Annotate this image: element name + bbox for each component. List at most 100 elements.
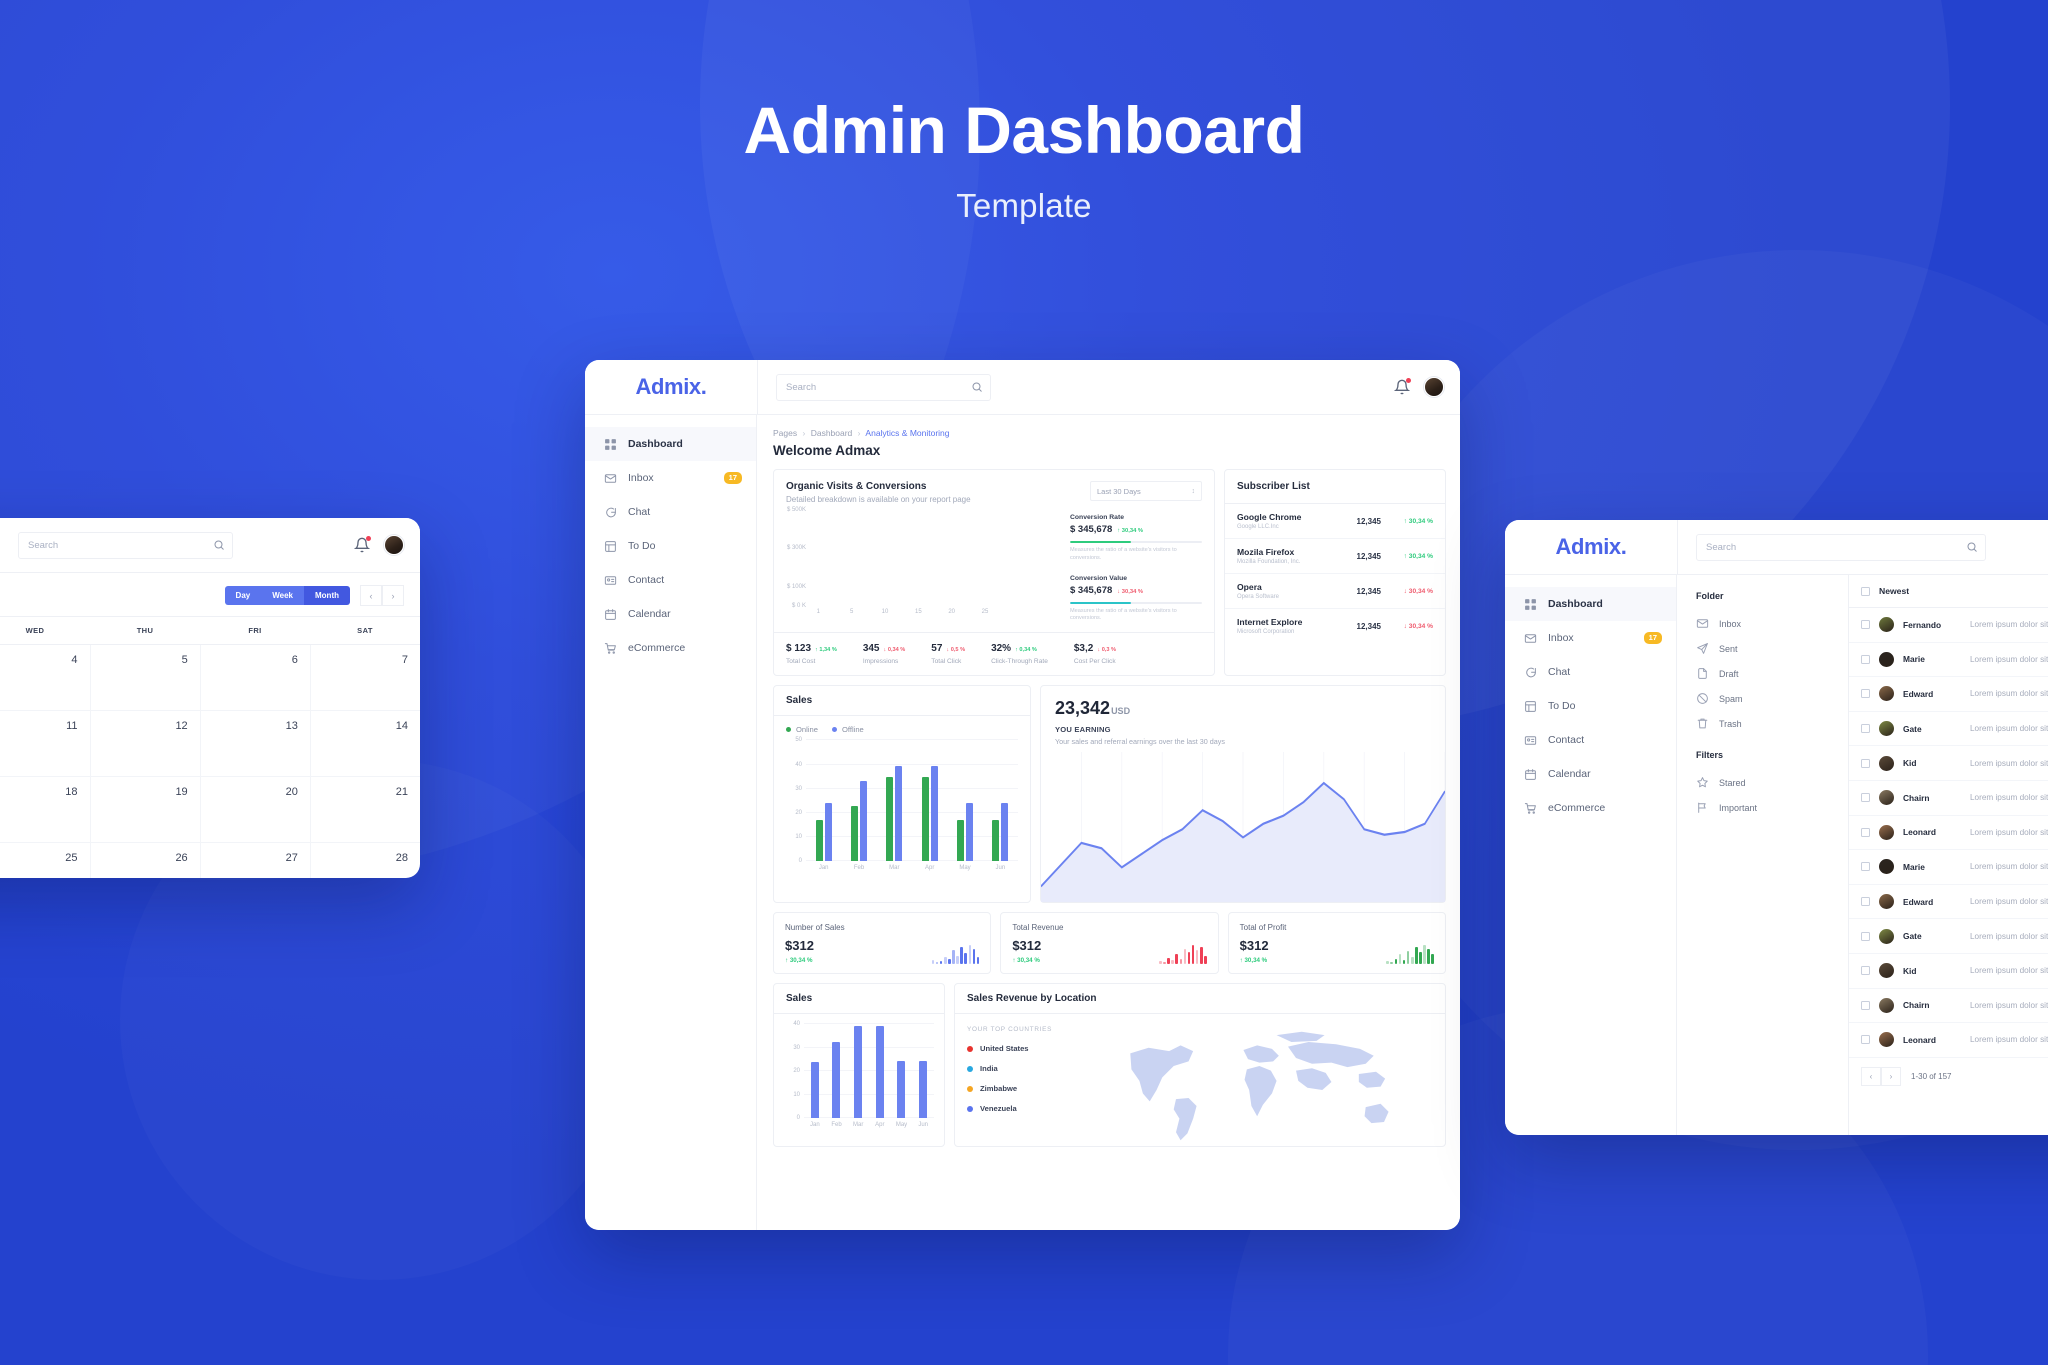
row-checkbox[interactable]: [1861, 931, 1870, 941]
calendar-day-cell[interactable]: 25: [0, 843, 91, 878]
mail-filter-stared[interactable]: Stared: [1696, 770, 1848, 795]
sidebar-item-chat[interactable]: Chat: [1505, 655, 1676, 689]
row-checkbox[interactable]: [1861, 897, 1870, 907]
mail-row[interactable]: Chairn Lorem ipsum dolor sit: [1849, 781, 2048, 816]
row-checkbox[interactable]: [1861, 1000, 1870, 1010]
dashboard-search-wrap[interactable]: [776, 373, 991, 401]
row-checkbox[interactable]: [1861, 654, 1870, 664]
mail-folder-spam[interactable]: Spam: [1696, 686, 1848, 711]
mail-folder-sent[interactable]: Sent: [1696, 636, 1848, 661]
mail-row[interactable]: Gate Lorem ipsum dolor sit: [1849, 712, 2048, 747]
calendar-day-cell[interactable]: 6: [201, 645, 311, 710]
row-checkbox[interactable]: [1861, 862, 1870, 872]
subscriber-row[interactable]: Internet Explore Microsoft Corporation 12,…: [1225, 609, 1445, 643]
mail-row[interactable]: Fernando Lorem ipsum dolor sit: [1849, 608, 2048, 643]
calendar-day-cell[interactable]: 7: [311, 645, 420, 710]
subscriber-row[interactable]: Google Chrome Google LLC.Inc 12,345 ↑ 30,34…: [1225, 504, 1445, 539]
date-range-select[interactable]: Last 30 Days ↕: [1090, 481, 1202, 501]
mail-row[interactable]: Chairn Lorem ipsum dolor sit: [1849, 989, 2048, 1024]
sidebar-item-dashboard[interactable]: Dashboard: [585, 427, 756, 461]
mail-row[interactable]: Leonard Lorem ipsum dolor sit: [1849, 816, 2048, 851]
row-checkbox[interactable]: [1861, 1035, 1870, 1045]
folder-heading: Folder: [1696, 591, 1724, 601]
mail-row[interactable]: Kid Lorem ipsum dolor sit: [1849, 954, 2048, 989]
breadcrumb-current[interactable]: Analytics & Monitoring: [865, 428, 949, 438]
calendar-view-switch[interactable]: Day Week Month: [224, 586, 350, 605]
calendar-view-month[interactable]: Month: [304, 586, 350, 605]
calendar-day-cell[interactable]: 18: [0, 777, 91, 842]
calendar-view-day[interactable]: Day: [224, 586, 262, 605]
calendar-day-cell[interactable]: 14: [311, 711, 420, 776]
calendar-day-cell[interactable]: 28: [311, 843, 420, 878]
legend-online[interactable]: Online: [786, 725, 818, 734]
calendar-view-week[interactable]: Week: [261, 586, 304, 605]
mail-row[interactable]: Kid Lorem ipsum dolor sit: [1849, 746, 2048, 781]
sort-newest-label[interactable]: Newest: [1879, 586, 1909, 596]
subscriber-row[interactable]: Opera Opera Software 12,345 ↓ 30,34 %: [1225, 574, 1445, 609]
sidebar-item-dashboard[interactable]: Dashboard: [1505, 587, 1676, 621]
sidebar-item-contact[interactable]: Contact: [585, 563, 756, 597]
brand-logo[interactable]: Admix.: [1505, 534, 1677, 560]
pagination-prev-button[interactable]: ‹: [1861, 1066, 1881, 1086]
brand-logo[interactable]: Admix.: [585, 374, 757, 400]
country-item[interactable]: Zimbabwe: [967, 1084, 1079, 1093]
avatar[interactable]: [1424, 377, 1444, 397]
sidebar-item-inbox[interactable]: Inbox 17: [585, 461, 756, 495]
sidebar-item-calendar[interactable]: Calendar: [585, 597, 756, 631]
sidebar-item-calendar[interactable]: Calendar: [1505, 757, 1676, 791]
sidebar-item-ecommerce[interactable]: eCommerce: [585, 631, 756, 665]
country-item[interactable]: Venezuela: [967, 1104, 1079, 1113]
breadcrumb-dashboard[interactable]: Dashboard: [811, 428, 853, 438]
mail-row[interactable]: Edward Lorem ipsum dolor sit: [1849, 677, 2048, 712]
search-input[interactable]: [18, 531, 233, 559]
row-checkbox[interactable]: [1861, 758, 1870, 768]
mail-row[interactable]: Edward Lorem ipsum dolor sit: [1849, 885, 2048, 920]
country-item[interactable]: India: [967, 1064, 1079, 1073]
breadcrumb-pages[interactable]: Pages: [773, 428, 797, 438]
mail-row[interactable]: Leonard Lorem ipsum dolor sit: [1849, 1023, 2048, 1058]
inbox-search-wrap[interactable]: [1696, 533, 1986, 561]
mail-folder-draft[interactable]: Draft: [1696, 661, 1848, 686]
calendar-day-cell[interactable]: 5: [91, 645, 201, 710]
calendar-day-cell[interactable]: 27: [201, 843, 311, 878]
sidebar-item-to-do[interactable]: To Do: [1505, 689, 1676, 723]
mail-folder-trash[interactable]: Trash: [1696, 711, 1848, 736]
legend-offline[interactable]: Offline: [831, 725, 864, 734]
calendar-day-cell[interactable]: 20: [201, 777, 311, 842]
sidebar-item-chat[interactable]: Chat: [585, 495, 756, 529]
sidebar-item-contact[interactable]: Contact: [1505, 723, 1676, 757]
subscriber-row[interactable]: Mozila Firefox Mozilla Foundation, Inc. 12…: [1225, 539, 1445, 574]
sidebar-item-inbox[interactable]: Inbox 17: [1505, 621, 1676, 655]
row-checkbox[interactable]: [1861, 793, 1870, 803]
select-all-checkbox[interactable]: [1861, 586, 1870, 596]
sidebar-item-to-do[interactable]: To Do: [585, 529, 756, 563]
row-checkbox[interactable]: [1861, 724, 1870, 734]
avatar[interactable]: [384, 535, 404, 555]
calendar-day-cell[interactable]: 13: [201, 711, 311, 776]
mail-folder-inbox[interactable]: Inbox: [1696, 611, 1848, 636]
row-checkbox[interactable]: [1861, 689, 1870, 699]
mail-row[interactable]: Marie Lorem ipsum dolor sit: [1849, 643, 2048, 678]
calendar-day-cell[interactable]: 19: [91, 777, 201, 842]
calendar-prev-button[interactable]: ‹: [360, 585, 382, 606]
country-item[interactable]: United States: [967, 1044, 1079, 1053]
calendar-day-cell[interactable]: 12: [91, 711, 201, 776]
calendar-day-cell[interactable]: 21: [311, 777, 420, 842]
search-input[interactable]: [1696, 533, 1986, 561]
calendar-day-cell[interactable]: 26: [91, 843, 201, 878]
calendar-next-button[interactable]: ›: [382, 585, 404, 606]
search-input[interactable]: [776, 373, 991, 401]
calendar-search-wrap[interactable]: [18, 531, 233, 559]
mail-row[interactable]: Gate Lorem ipsum dolor sit: [1849, 919, 2048, 954]
row-checkbox[interactable]: [1861, 966, 1870, 976]
sidebar-item-ecommerce[interactable]: eCommerce: [1505, 791, 1676, 825]
notification-bell[interactable]: [353, 536, 371, 553]
notification-bell[interactable]: [1393, 378, 1411, 395]
pagination-next-button[interactable]: ›: [1881, 1066, 1901, 1086]
mail-filter-important[interactable]: Important: [1696, 795, 1848, 820]
row-checkbox[interactable]: [1861, 827, 1870, 837]
calendar-day-cell[interactable]: 11: [0, 711, 91, 776]
calendar-day-cell[interactable]: 4: [0, 645, 91, 710]
mail-row[interactable]: Marie Lorem ipsum dolor sit: [1849, 850, 2048, 885]
row-checkbox[interactable]: [1861, 620, 1870, 630]
